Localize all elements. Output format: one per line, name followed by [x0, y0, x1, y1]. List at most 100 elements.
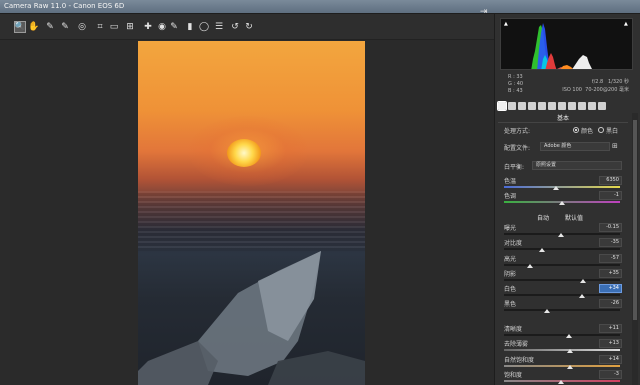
radial-filter-icon[interactable]: ◯ [198, 21, 210, 33]
readout-b: B : 43 [508, 88, 523, 94]
tab-lens[interactable] [548, 102, 556, 110]
highlights-slider-thumb[interactable] [526, 264, 533, 268]
blacks-slider-track[interactable] [504, 309, 620, 311]
preferences-icon[interactable]: ☰ [213, 21, 225, 33]
highlights-label: 高光 [504, 256, 517, 263]
temp-label: 色温 [504, 178, 517, 185]
profile-select[interactable]: Adobe 颜色 [540, 142, 610, 151]
straighten-icon[interactable]: ▭ [108, 21, 120, 33]
tint-label: 色调 [504, 193, 517, 200]
blacks-slider-thumb[interactable] [543, 309, 550, 313]
color-sampler-icon[interactable]: ✎ [59, 21, 71, 33]
saturation-label: 饱和度 [504, 372, 523, 379]
texture-slider-track[interactable] [504, 334, 620, 336]
panel-title: 基本 [498, 113, 628, 123]
vibrance-slider-thumb[interactable] [567, 365, 574, 369]
tab-transform[interactable] [558, 102, 566, 110]
tab-tone-curve[interactable] [508, 102, 516, 110]
tab-detail[interactable] [518, 102, 526, 110]
dehaze-slider-thumb[interactable] [567, 349, 574, 353]
vibrance-value-field[interactable]: +14 [599, 355, 622, 364]
tint-value-field[interactable]: -1 [599, 191, 622, 200]
temp-slider-thumb[interactable] [553, 186, 560, 190]
highlights-slider-track[interactable] [504, 264, 620, 266]
treatment-color-radio[interactable] [573, 127, 579, 133]
tab-effects[interactable] [568, 102, 576, 110]
whites-slider-track[interactable] [504, 294, 620, 296]
exposure-value-field[interactable]: -0.15 [599, 223, 622, 232]
shadows-slider-thumb[interactable] [579, 279, 586, 283]
tab-split-toning[interactable] [538, 102, 546, 110]
white-balance-select[interactable]: 原照设置 [532, 161, 622, 170]
crop-icon[interactable]: ⌗ [94, 21, 106, 33]
blacks-value-field[interactable]: -26 [599, 299, 622, 308]
profile-browser-icon[interactable]: ⊞ [612, 142, 618, 150]
vibrance-slider-track[interactable] [504, 365, 620, 367]
ice-shards [138, 251, 365, 385]
auto-button[interactable]: 自动 [537, 213, 549, 222]
title-bar: Camera Raw 11.0 - Canon EOS 6D [0, 0, 640, 14]
export-icon[interactable]: ⇥ [480, 7, 492, 19]
highlight-clip-icon[interactable]: ▲ [624, 21, 628, 27]
treatment-bw-label: 黑白 [606, 128, 619, 135]
dehaze-value-field[interactable]: +13 [599, 339, 622, 348]
tab-calibration[interactable] [578, 102, 586, 110]
tab-basic[interactable] [497, 101, 507, 111]
panel-scroll-thumb[interactable] [633, 120, 637, 320]
rotate-left-icon[interactable]: ↺ [229, 21, 241, 33]
saturation-slider-thumb[interactable] [557, 380, 564, 384]
tab-presets[interactable] [588, 102, 596, 110]
shadow-clip-icon[interactable]: ▲ [504, 21, 508, 27]
treatment-color-label: 颜色 [581, 128, 594, 135]
exposure-slider-thumb[interactable] [557, 233, 564, 237]
contrast-value-field[interactable]: -35 [599, 238, 622, 247]
dehaze-label: 去除薄雾 [504, 341, 529, 348]
spot-removal-icon[interactable]: ✚ [142, 21, 154, 33]
adjustment-brush-icon[interactable]: ✎ [168, 21, 180, 33]
temp-slider-track[interactable] [504, 186, 620, 188]
dehaze-slider-track[interactable] [504, 349, 620, 351]
white-balance-icon[interactable]: ✎ [44, 21, 56, 33]
exposure-label: 曝光 [504, 225, 517, 232]
targeted-adjust-icon[interactable]: ◎ [76, 21, 88, 33]
shadows-value-field[interactable]: +35 [599, 269, 622, 278]
photo-preview[interactable] [138, 41, 365, 385]
histogram-graph [531, 23, 592, 69]
vibrance-label: 自然饱和度 [504, 357, 535, 364]
highlights-value-field[interactable]: -57 [599, 254, 622, 263]
saturation-value-field[interactable]: -3 [599, 370, 622, 379]
whites-slider-thumb[interactable] [578, 294, 585, 298]
contrast-slider-track[interactable] [504, 248, 620, 250]
hand-icon[interactable]: ✋ [28, 21, 40, 33]
tint-slider-thumb[interactable] [559, 201, 565, 205]
texture-value-field[interactable]: +11 [599, 324, 622, 333]
red-eye-icon[interactable]: ◉ [156, 21, 168, 33]
whites-value-field[interactable]: +34 [599, 284, 622, 293]
panel-tabs [497, 101, 634, 111]
texture-slider-thumb[interactable] [565, 334, 572, 338]
graduated-filter-icon[interactable]: ▮ [184, 21, 196, 33]
rotate-right-icon[interactable]: ↻ [243, 21, 255, 33]
treatment-bw-radio[interactable] [598, 127, 604, 133]
readout-r: R : 33 [508, 74, 523, 80]
exposure-info: f/2.8 1/320 秒 [591, 79, 629, 85]
tab-snapshots[interactable] [598, 102, 606, 110]
wb-label: 白平衡: [504, 164, 525, 171]
treatment-label: 处理方式: [504, 128, 531, 135]
shadows-slider-track[interactable] [504, 279, 620, 281]
transform-icon[interactable]: ⊞ [124, 21, 136, 33]
camera-readout: R : 33 G : 40 B : 43 f/2.8 1/320 秒 ISO 1… [500, 72, 633, 98]
histogram: ▲ ▲ [500, 18, 633, 70]
default-button[interactable]: 默认值 [565, 213, 583, 222]
iso-lens-info: ISO 100 70-200@200 毫米 [562, 87, 629, 93]
tab-hsl[interactable] [528, 102, 536, 110]
whites-label: 白色 [504, 286, 517, 293]
shadows-label: 阴影 [504, 271, 517, 278]
contrast-slider-thumb[interactable] [539, 248, 546, 252]
profile-label: 配置文件: [504, 145, 531, 152]
texture-label: 清晰度 [504, 326, 523, 333]
zoom-icon[interactable]: 🔍 [14, 21, 26, 33]
readout-g: G : 40 [508, 81, 524, 87]
temp-value-field[interactable]: 6350 [599, 176, 622, 185]
blacks-label: 黑色 [504, 301, 517, 308]
